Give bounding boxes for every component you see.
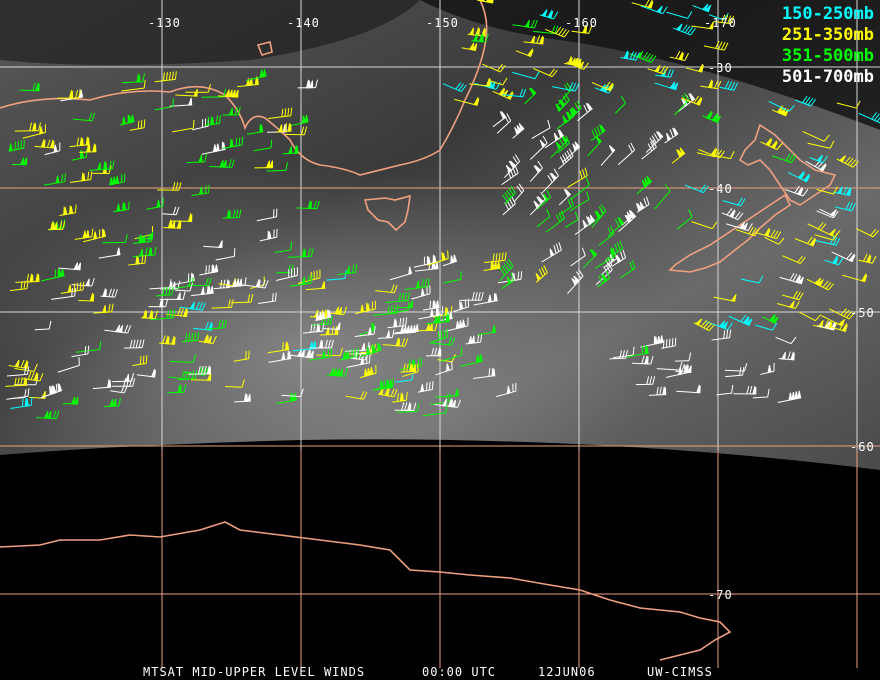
legend-label: 150-250mb [781,4,874,24]
latitude-label: -60 [850,440,875,454]
latitude-label: -70 [708,588,733,602]
caption-source: UW-CIMSS [647,665,713,679]
legend-150-250mb: 150-250mb [782,4,874,25]
longitude-label: -140 [287,16,320,30]
legend-351-500mb: 351-500mb [782,46,874,67]
legend-label: 351-500mb [781,46,874,66]
latitude-label: -40 [708,182,733,196]
legend-501-700mb: 501-700mb [782,67,874,88]
caption-time: 00:00 UTC [422,665,497,679]
longitude-label: -160 [565,16,598,30]
longitude-label: -150 [426,16,459,30]
legend-label: 501-700mb [781,67,874,87]
coastline-antarctica [0,521,732,661]
legend-label: 251-350mb [781,25,874,45]
map-canvas [0,0,880,668]
longitude-label: -130 [148,16,181,30]
caption-date: 12JUN06 [538,665,596,679]
latitude-label: -50 [850,306,875,320]
longitude-label: -170 [704,16,737,30]
latitude-label: -30 [708,61,733,75]
legend-251-350mb: 251-350mb [782,25,874,46]
satellite-wind-map: -130 -140 -150 -160 -170 -30 -40 -50 -60 -70 150-… [0,0,880,680]
caption-product: MTSAT MID-UPPER LEVEL WINDS [143,665,366,679]
